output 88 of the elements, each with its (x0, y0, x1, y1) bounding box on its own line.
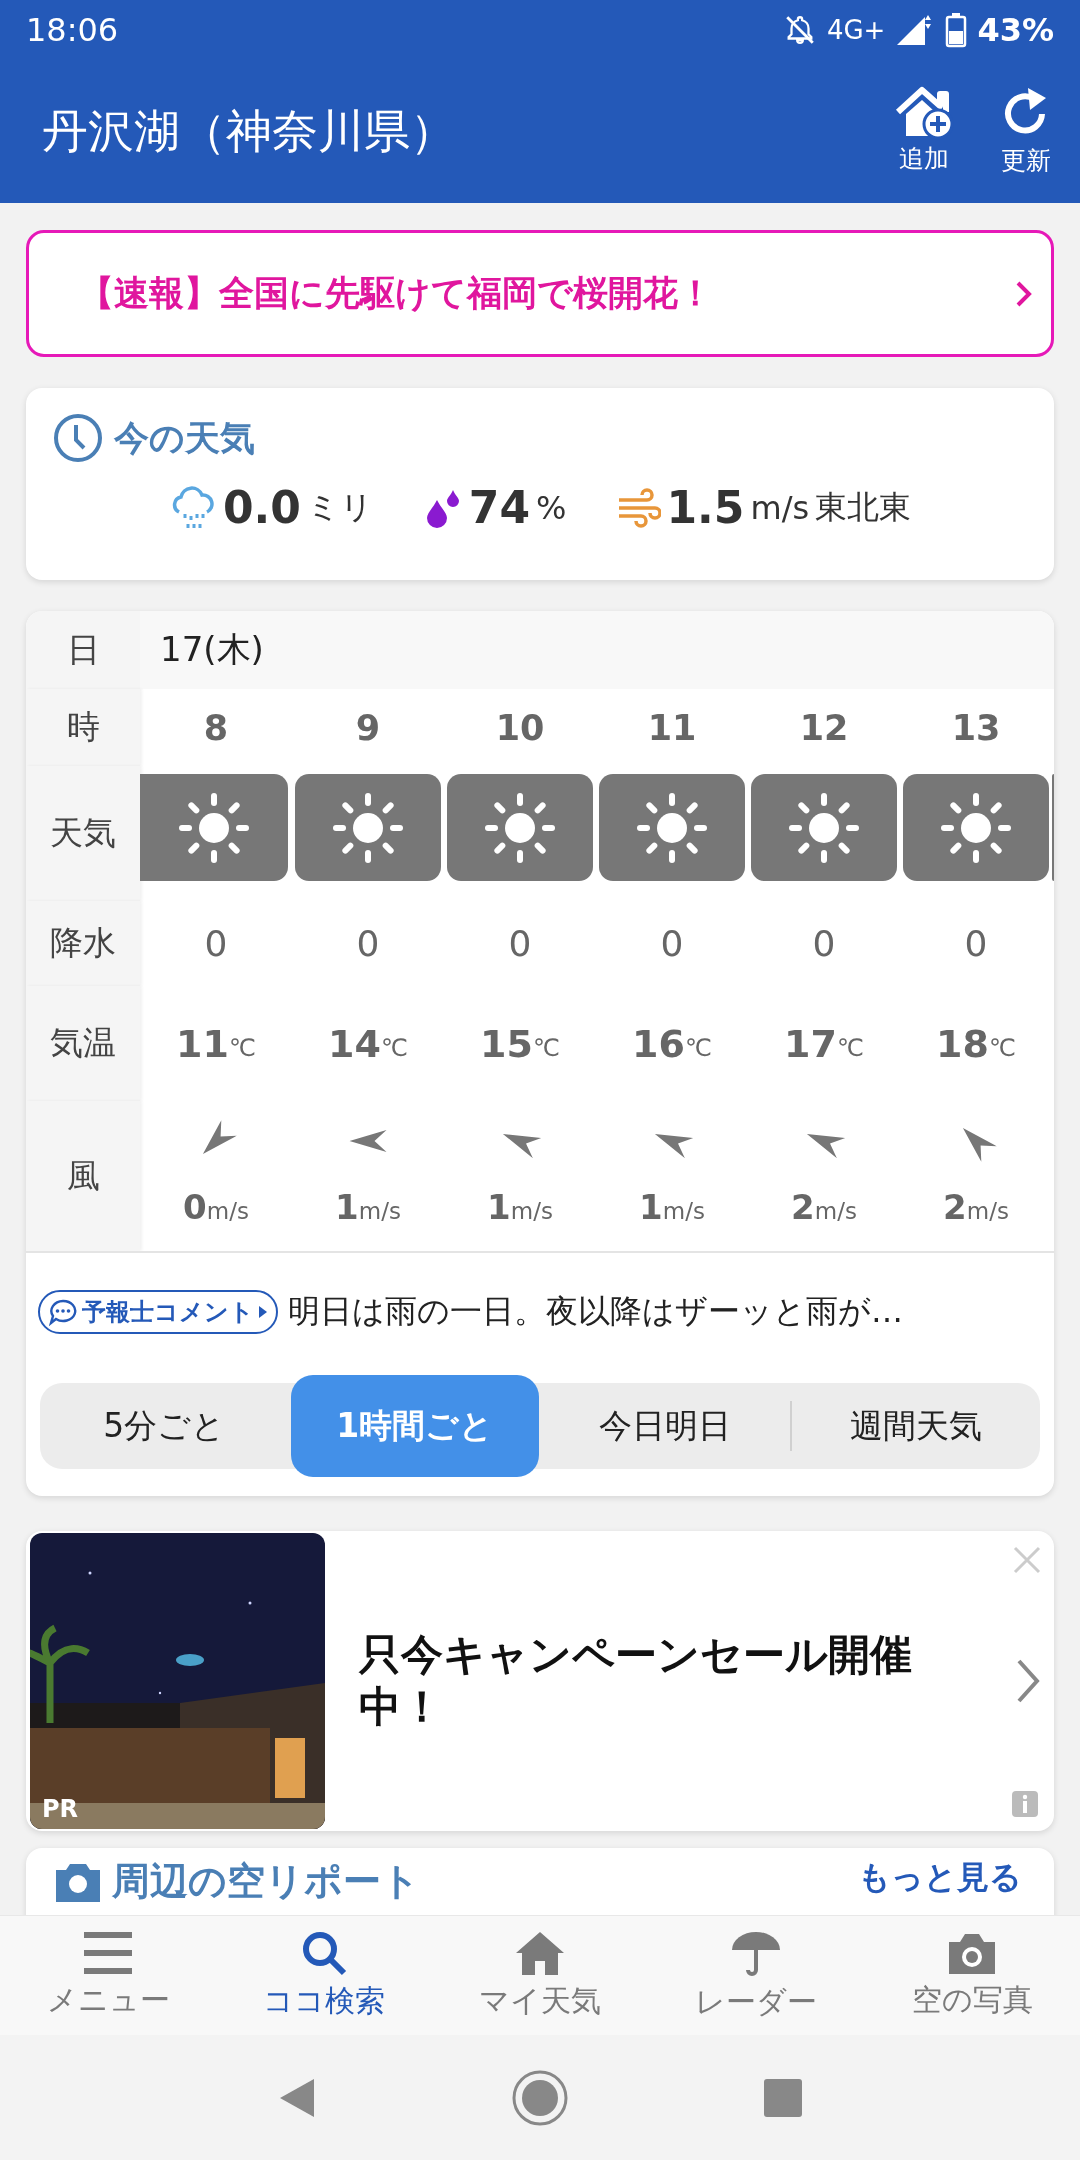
row-label: 日 (26, 611, 140, 689)
temperature-value: 14 (328, 1021, 381, 1066)
temperature-value: 15 (480, 1021, 533, 1066)
battery-level: 43% (977, 11, 1054, 49)
precipitation-unit: ミリ (306, 486, 373, 528)
wind-speed-value: 1 (639, 1187, 663, 1227)
refresh-button[interactable]: 更新 (998, 86, 1054, 177)
wind-speed-unit: m/s (814, 1198, 857, 1224)
temperature-unit: ℃ (988, 1033, 1016, 1062)
menu-icon (82, 1930, 134, 1976)
hour-cell-text: 10 (494, 706, 546, 750)
temperature-value: 16 (632, 1021, 685, 1066)
nav-tab[interactable]: メニュー (0, 1916, 216, 2035)
section-title: 周辺の空リポート (112, 1858, 420, 1905)
add-button[interactable]: 追加 (894, 86, 954, 177)
row-label: 降水 (26, 901, 140, 986)
section-title: 今の天気 (114, 416, 255, 460)
row-label: 風 (26, 1101, 140, 1251)
wind-speed-unit: m/s (206, 1198, 249, 1224)
location-title: 丹沢湖（神奈川県） (42, 102, 456, 160)
battery-icon (945, 12, 968, 48)
row-label: 気温 (26, 986, 140, 1101)
period-tab[interactable]: 週間天気 (791, 1383, 1040, 1469)
ad-headline: 只今キャンペーンセール開催中！ (359, 1628, 913, 1733)
period-tab[interactable]: 5分ごと (40, 1383, 289, 1469)
recents-icon[interactable] (764, 2078, 803, 2117)
row-label: 天気 (26, 766, 140, 901)
clock-time: 18:06 (26, 11, 119, 49)
wind-icon (616, 487, 661, 528)
forecaster-comment: 明日は雨の一日。夜以降はザーッと雨が… (288, 1291, 903, 1332)
hour-cell-text: 8 (202, 706, 230, 750)
precipitation-cell-text: 0 (203, 922, 229, 966)
house-icon (514, 1929, 566, 1977)
temperature-value: 18 (936, 1021, 989, 1066)
network-type: 4G+ (826, 15, 886, 45)
precipitation-cell-text: 0 (507, 922, 533, 966)
precipitation-cell-text: 0 (659, 922, 685, 966)
home-icon[interactable] (511, 2068, 569, 2127)
temperature-value: 17 (784, 1021, 837, 1066)
wind-speed-value: 1 (335, 1187, 359, 1227)
hour-cell-text: 13 (950, 706, 1002, 750)
ad-card[interactable]: PR 只今キャンペーンセール開催中！ (26, 1531, 1054, 1831)
house-plus-icon (894, 86, 954, 140)
search-icon (300, 1929, 348, 1977)
wind-direction: 東北東 (815, 486, 912, 528)
wind-speed-unit: m/s (966, 1198, 1009, 1224)
temperature-unit: ℃ (532, 1033, 560, 1062)
hour-cell-text: 11 (646, 706, 698, 750)
precipitation-value: 0.0 (222, 482, 301, 533)
precipitation-cell-text: 0 (355, 922, 381, 966)
chevron-right-icon (1015, 1658, 1041, 1704)
nav-tab[interactable]: 空の写真 (864, 1916, 1080, 2035)
hour-cell-text: 9 (354, 706, 382, 750)
wind-speed-value: 1 (487, 1187, 511, 1227)
nav-tab[interactable]: ココ検索 (216, 1916, 432, 2035)
temperature-unit: ℃ (380, 1033, 408, 1062)
wind-speed-value: 2 (791, 1187, 815, 1227)
nav-tab[interactable]: レーダー (648, 1916, 864, 2035)
wind-speed-unit: m/s (662, 1198, 705, 1224)
temperature-value: 11 (176, 1021, 229, 1066)
more-link[interactable]: もっと見る (858, 1856, 1022, 1900)
humidity-unit: % (536, 488, 567, 527)
clock-icon (52, 412, 104, 464)
pr-label: PR (42, 1795, 79, 1823)
row-label: 時 (26, 689, 140, 766)
hour-cell-text: 12 (798, 706, 850, 750)
wind-speed-unit: m/s (510, 1198, 553, 1224)
wind-speed-value: 0 (183, 1187, 207, 1227)
wind-speed-value: 2 (943, 1187, 967, 1227)
chevron-right-icon (1015, 279, 1033, 308)
temperature-unit: ℃ (228, 1033, 256, 1062)
breaking-news-banner[interactable]: 【速報】全国に先駆けて福岡で桜開花！ (26, 230, 1054, 357)
precipitation-cell-text: 0 (811, 922, 837, 966)
temperature-unit: ℃ (836, 1033, 864, 1062)
info-icon[interactable] (1012, 1791, 1038, 1817)
wind-speed-value: 1.5 (666, 482, 745, 533)
precipitation-cell-text: 0 (963, 922, 989, 966)
wind-speed-unit: m/s (358, 1198, 401, 1224)
close-icon[interactable] (1012, 1545, 1042, 1575)
wind-speed-unit: m/s (750, 488, 810, 527)
play-triangle-icon (258, 1305, 268, 1319)
temperature-unit: ℃ (684, 1033, 712, 1062)
speech-bubble-icon (48, 1298, 78, 1326)
humidity-value: 74 (468, 482, 531, 533)
forecaster-comment-button[interactable]: 予報士コメント (38, 1290, 278, 1334)
nav-tab[interactable]: マイ天気 (432, 1916, 648, 2035)
date-header: 17(木) (140, 611, 1054, 689)
period-tab[interactable]: 今日明日 (541, 1383, 790, 1469)
